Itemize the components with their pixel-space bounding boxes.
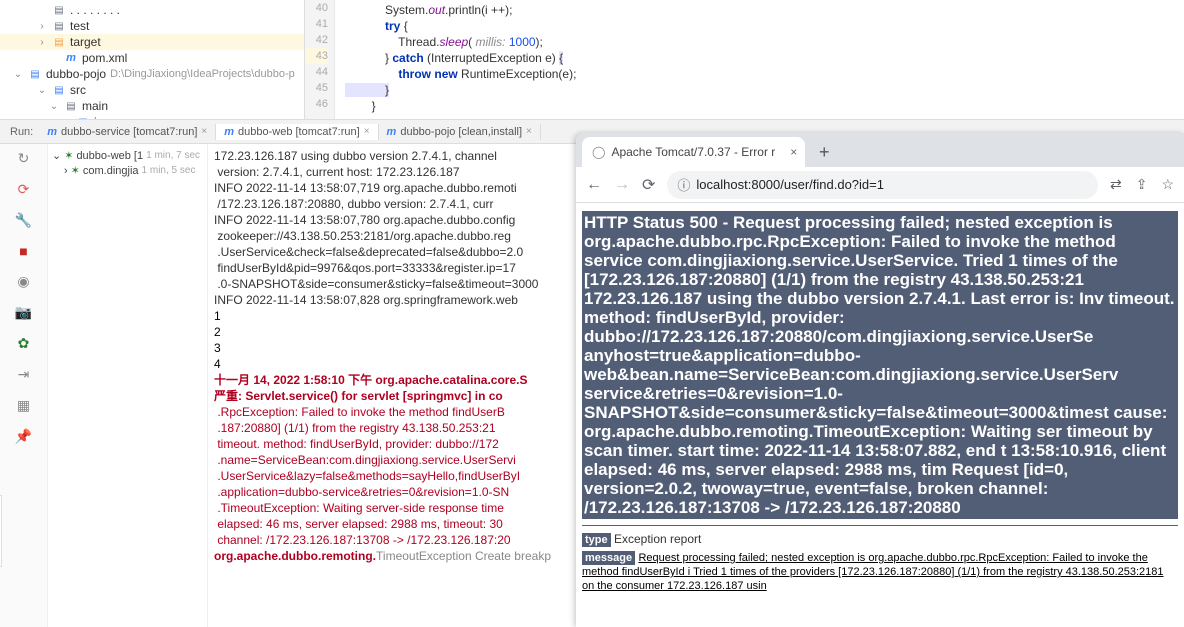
forward-icon: → bbox=[614, 176, 630, 194]
folder-icon: ▤ bbox=[76, 115, 90, 119]
tree-item-main[interactable]: ⌄▤main bbox=[0, 98, 304, 114]
close-icon[interactable]: × bbox=[201, 126, 207, 137]
info-icon[interactable]: ⓘ bbox=[677, 175, 690, 194]
run-toolbar: ↻ ⟳ 🔧 ■ ◉ 📷 ✿ ⇥ ▦ 📌 bbox=[0, 144, 48, 627]
browser-tabstrip: ◯ Apache Tomcat/7.0.37 - Error r × + bbox=[576, 133, 1184, 167]
maven-icon: m bbox=[47, 126, 57, 138]
browser-toolbar: ← → ⟳ ⓘ localhost:8000/user/find.do?id=1… bbox=[576, 167, 1184, 203]
run-tree-root[interactable]: ⌄✶dubbo-web [11 min, 7 sec bbox=[50, 148, 205, 163]
code-editor[interactable]: System.out.println(i ++); try { Thread.s… bbox=[335, 0, 1184, 119]
folder-icon: ▤ bbox=[52, 19, 66, 33]
tree-item-pom[interactable]: mpom.xml bbox=[0, 50, 304, 66]
wrench-icon[interactable]: 🔧 bbox=[15, 212, 32, 229]
folder-icon: ▤ bbox=[64, 99, 78, 113]
stop-icon[interactable]: ■ bbox=[19, 243, 27, 259]
tree-item-src[interactable]: ⌄▤src bbox=[0, 82, 304, 98]
star-icon[interactable]: ☆ bbox=[1161, 176, 1174, 193]
chevron-right-icon[interactable]: › bbox=[36, 37, 48, 48]
chevron-right-icon[interactable]: › bbox=[64, 165, 68, 177]
spinner-icon: ✶ bbox=[71, 164, 80, 177]
close-icon[interactable]: × bbox=[790, 145, 797, 159]
run-tab-pojo[interactable]: mdubbo-pojo [clean,install]× bbox=[379, 124, 541, 140]
run-label: Run: bbox=[4, 126, 39, 138]
rerun-icon[interactable]: ↻ bbox=[18, 150, 30, 167]
editor-gutter: 404142 43444546 bbox=[305, 0, 335, 119]
gear-icon[interactable]: ✿ bbox=[18, 335, 30, 352]
maven-icon: m bbox=[64, 51, 78, 65]
project-tree[interactable]: ▤. . . . . . . . ›▤test ›▤target mpom.xm… bbox=[0, 0, 305, 119]
chevron-down-icon[interactable]: ⌄ bbox=[60, 117, 72, 120]
tree-item[interactable]: ▤. . . . . . . . bbox=[0, 2, 304, 18]
divider bbox=[582, 525, 1178, 526]
error-heading: HTTP Status 500 - Request processing fai… bbox=[582, 211, 1178, 519]
tree-item-test[interactable]: ›▤test bbox=[0, 18, 304, 34]
translate-icon[interactable]: ⇄ bbox=[1110, 176, 1122, 193]
page-icon: ◯ bbox=[592, 145, 605, 159]
run-tree[interactable]: ⌄✶dubbo-web [11 min, 7 sec ›✶com.dingjia… bbox=[48, 144, 208, 627]
inspect-icon[interactable]: ◉ bbox=[17, 273, 29, 290]
run-tree-child[interactable]: ›✶com.dingjia1 min, 5 sec bbox=[50, 163, 205, 178]
back-icon[interactable]: ← bbox=[586, 176, 602, 194]
chevron-right-icon[interactable]: › bbox=[36, 21, 48, 32]
browser-content: HTTP Status 500 - Request processing fai… bbox=[576, 203, 1184, 627]
browser-window: ◯ Apache Tomcat/7.0.37 - Error r × + ← →… bbox=[576, 133, 1184, 627]
message-badge: message bbox=[582, 551, 635, 565]
run-tab-web[interactable]: mdubbo-web [tomcat7:run]× bbox=[216, 124, 378, 140]
maven-icon: m bbox=[387, 126, 397, 138]
reload-icon[interactable]: ⟳ bbox=[642, 175, 655, 195]
chevron-down-icon[interactable]: ⌄ bbox=[52, 149, 61, 162]
share-icon[interactable]: ⇪ bbox=[1136, 176, 1148, 193]
camera-icon[interactable]: 📷 bbox=[15, 304, 32, 321]
new-tab-button[interactable]: + bbox=[811, 139, 837, 165]
grid-icon[interactable]: ▦ bbox=[17, 397, 30, 414]
folder-icon: ▤ bbox=[52, 35, 66, 49]
tree-item-target[interactable]: ›▤target bbox=[0, 34, 304, 50]
structure-tab[interactable]: ucture bbox=[0, 577, 2, 625]
chevron-down-icon[interactable]: ⌄ bbox=[12, 69, 24, 80]
run-tab-service[interactable]: mdubbo-service [tomcat7:run]× bbox=[39, 124, 216, 140]
close-icon[interactable]: × bbox=[364, 126, 370, 137]
address-bar[interactable]: ⓘ localhost:8000/user/find.do?id=1 bbox=[667, 171, 1098, 199]
layout-icon[interactable]: ⇥ bbox=[18, 366, 30, 383]
pin-icon[interactable]: 📌 bbox=[15, 428, 32, 445]
attach-icon[interactable]: ⟳ bbox=[18, 181, 30, 198]
browser-tab[interactable]: ◯ Apache Tomcat/7.0.37 - Error r × bbox=[582, 137, 805, 167]
chevron-down-icon[interactable]: ⌄ bbox=[48, 101, 60, 112]
folder-icon: ▤ bbox=[52, 83, 66, 97]
close-icon[interactable]: × bbox=[526, 126, 532, 137]
tree-item-java[interactable]: ⌄▤java bbox=[0, 114, 304, 119]
maven-icon: m bbox=[224, 126, 234, 138]
tree-item-dubbo-pojo[interactable]: ⌄▤dubbo-pojoD:\DingJiaxiong\IdeaProjects… bbox=[0, 66, 304, 82]
chevron-down-icon[interactable]: ⌄ bbox=[36, 85, 48, 96]
bookmarks-tab[interactable]: Bookmarks bbox=[0, 495, 2, 567]
module-icon: ▤ bbox=[28, 67, 42, 81]
type-badge: type bbox=[582, 533, 611, 547]
spinner-icon: ✶ bbox=[64, 149, 73, 162]
